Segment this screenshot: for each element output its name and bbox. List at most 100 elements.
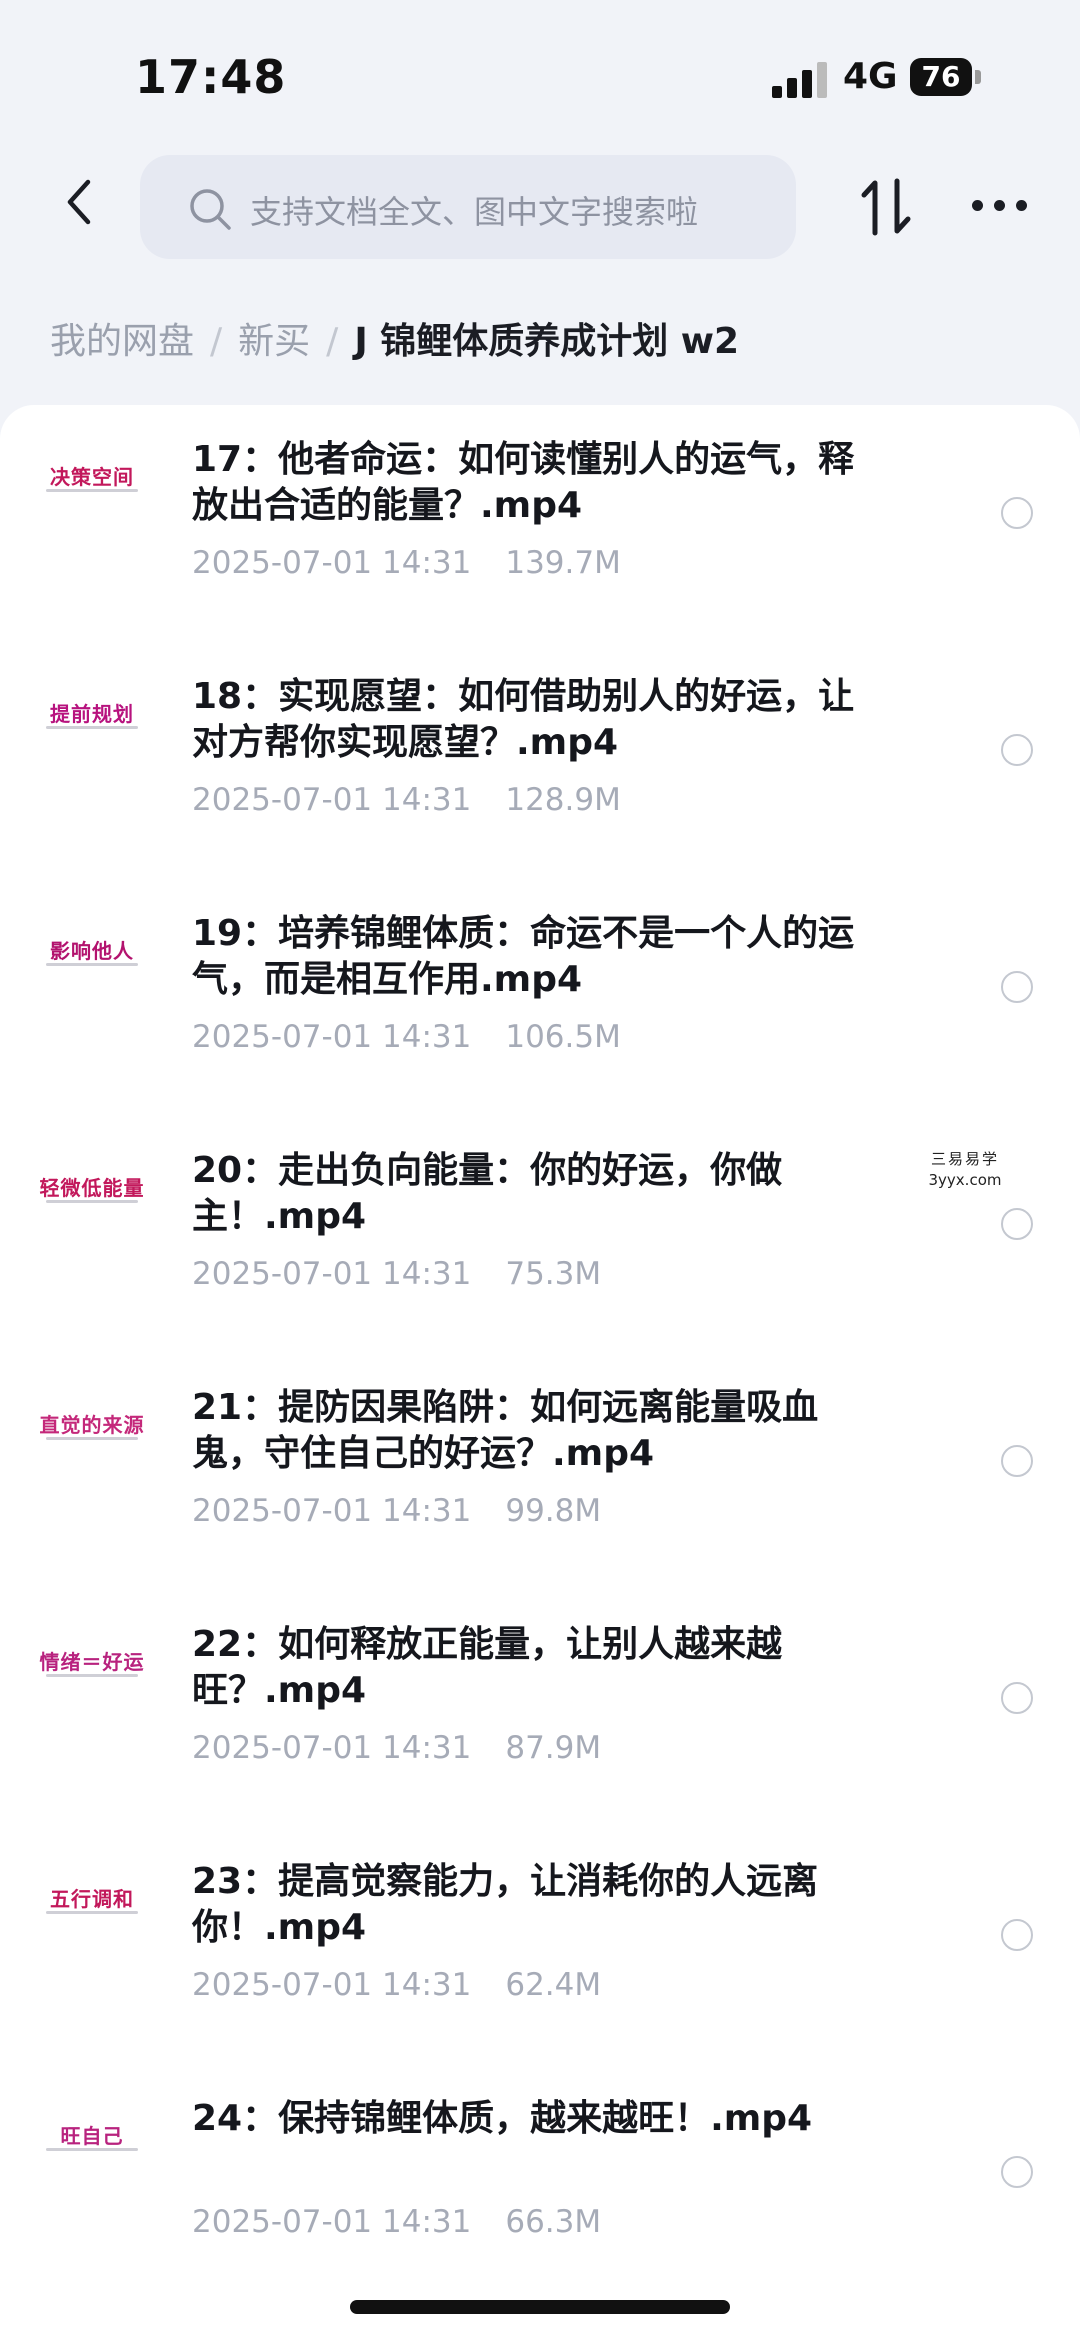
file-size: 106.5M — [505, 1019, 621, 1055]
thumbnail-subtitle — [46, 1437, 138, 1440]
select-radio[interactable] — [1001, 734, 1033, 766]
file-list: 决策空间 17：他者命运：如何读懂别人的运气，释放出合适的能量？.mp4 202… — [0, 405, 1080, 2339]
thumbnail-subtitle — [46, 1911, 138, 1914]
thumbnail-subtitle — [46, 489, 138, 492]
file-item[interactable]: 旺自己 24：保持锦鲤体质，越来越旺！.mp4 2025-07-01 14:31… — [0, 2064, 1080, 2301]
file-name: 18：实现愿望：如何借助别人的好运，让对方帮你实现愿望？.mp4 — [192, 676, 855, 763]
video-thumbnail: 决策空间 — [32, 445, 152, 515]
file-item[interactable]: 决策空间 17：他者命运：如何读懂别人的运气，释放出合适的能量？.mp4 202… — [0, 405, 1080, 642]
file-date: 2025-07-01 14:31 — [192, 1019, 472, 1055]
select-radio[interactable] — [1001, 971, 1033, 1003]
file-item[interactable]: 影响他人 19：培养锦鲤体质：命运不是一个人的运气，而是相互作用.mp4 202… — [0, 879, 1080, 1116]
network-type: 4G — [843, 56, 898, 97]
file-meta: 2025-07-01 14:31 99.8M — [192, 1493, 601, 1529]
signal-strength-icon — [772, 62, 832, 98]
file-name: 19：培养锦鲤体质：命运不是一个人的运气，而是相互作用.mp4 — [192, 913, 855, 1000]
file-date: 2025-07-01 14:31 — [192, 2204, 472, 2240]
sort-button[interactable] — [858, 175, 914, 239]
file-date: 2025-07-01 14:31 — [192, 1256, 472, 1292]
more-dots-icon — [972, 200, 983, 211]
file-size: 75.3M — [505, 1256, 602, 1292]
file-size: 62.4M — [505, 1967, 602, 2003]
file-name: 23：提高觉察能力，让消耗你的人远离你！.mp4 — [192, 1861, 819, 1948]
thumbnail-title: 直觉的来源 — [39, 1413, 145, 1437]
video-thumbnail: 直觉的来源 — [32, 1393, 152, 1463]
chevron-left-icon — [67, 179, 91, 225]
file-size: 139.7M — [505, 545, 621, 581]
thumbnail-title: 五行调和 — [50, 1887, 134, 1911]
file-date: 2025-07-01 14:31 — [192, 782, 472, 818]
file-item[interactable]: 直觉的来源 21：提防因果陷阱：如何远离能量吸血鬼，守住自己的好运？.mp4 2… — [0, 1353, 1080, 1590]
breadcrumb: 我的网盘 / 新买 / J 锦鲤体质养成计划 w2 — [50, 312, 739, 364]
breadcrumb-separator: / — [326, 321, 339, 362]
select-radio[interactable] — [1001, 1445, 1033, 1477]
thumbnail-title: 影响他人 — [50, 939, 134, 963]
select-radio[interactable] — [1001, 1208, 1033, 1240]
battery-level: 76 — [921, 60, 961, 93]
file-date: 2025-07-01 14:31 — [192, 1967, 472, 2003]
breadcrumb-current: J 锦鲤体质养成计划 w2 — [354, 321, 740, 362]
file-size: 87.9M — [505, 1730, 602, 1766]
breadcrumb-my-drive[interactable]: 我的网盘 — [50, 321, 194, 362]
sort-arrows-icon — [861, 178, 911, 236]
breadcrumb-separator: / — [210, 321, 223, 362]
thumbnail-subtitle — [46, 2148, 138, 2151]
video-thumbnail: 旺自己 — [32, 2104, 152, 2174]
video-thumbnail: 提前规划 — [32, 682, 152, 752]
thumbnail-title: 旺自己 — [60, 2124, 124, 2148]
home-indicator[interactable] — [350, 2300, 730, 2314]
thumbnail-subtitle — [46, 1200, 138, 1203]
video-thumbnail: 轻微低能量 — [32, 1156, 152, 1226]
file-item[interactable]: 轻微低能量 20：走出负向能量：你的好运，你做主！.mp4 2025-07-01… — [0, 1116, 1080, 1353]
file-size: 128.9M — [505, 782, 621, 818]
thumbnail-title: 情绪＝好运 — [39, 1650, 145, 1674]
file-size: 99.8M — [505, 1493, 602, 1529]
watermark-url: 3yyx.com — [928, 1171, 1002, 1189]
file-name: 20：走出负向能量：你的好运，你做主！.mp4 — [192, 1150, 783, 1237]
file-date: 2025-07-01 14:31 — [192, 545, 472, 581]
status-time: 17:48 — [135, 50, 287, 104]
file-meta: 2025-07-01 14:31 66.3M — [192, 2204, 601, 2240]
more-dots-icon — [994, 200, 1005, 211]
file-name: 17：他者命运：如何读懂别人的运气，释放出合适的能量？.mp4 — [192, 439, 855, 526]
thumbnail-title: 决策空间 — [50, 465, 134, 489]
file-meta: 2025-07-01 14:31 139.7M — [192, 545, 621, 581]
file-meta: 2025-07-01 14:31 128.9M — [192, 782, 621, 818]
file-meta: 2025-07-01 14:31 75.3M — [192, 1256, 601, 1292]
thumbnail-title: 轻微低能量 — [39, 1176, 145, 1200]
select-radio[interactable] — [1001, 2156, 1033, 2188]
select-radio[interactable] — [1001, 1919, 1033, 1951]
file-name: 22：如何释放正能量，让别人越来越旺？.mp4 — [192, 1624, 783, 1711]
battery-cap — [975, 70, 981, 84]
watermark: 三易易学 3yyx.com — [920, 1148, 1010, 1189]
file-meta: 2025-07-01 14:31 87.9M — [192, 1730, 601, 1766]
video-thumbnail: 影响他人 — [32, 919, 152, 989]
watermark-name: 三易易学 — [930, 1150, 999, 1168]
search-icon — [190, 189, 231, 230]
file-date: 2025-07-01 14:31 — [192, 1730, 472, 1766]
search-input[interactable]: 支持文档全文、图中文字搜索啦 — [140, 155, 796, 259]
thumbnail-subtitle — [46, 726, 138, 729]
more-button[interactable] — [970, 200, 1030, 214]
back-button[interactable] — [50, 172, 110, 232]
video-thumbnail: 情绪＝好运 — [32, 1630, 152, 1700]
thumbnail-subtitle — [46, 1674, 138, 1677]
battery-icon: 76 — [910, 58, 972, 96]
select-radio[interactable] — [1001, 1682, 1033, 1714]
file-name: 24：保持锦鲤体质，越来越旺！.mp4 — [192, 2098, 813, 2139]
video-thumbnail: 五行调和 — [32, 1867, 152, 1937]
status-bar: 17:48 4G 76 — [0, 0, 1080, 150]
breadcrumb-folder[interactable]: 新买 — [238, 321, 310, 362]
file-size: 66.3M — [505, 2204, 602, 2240]
thumbnail-title: 提前规划 — [50, 702, 134, 726]
select-radio[interactable] — [1001, 497, 1033, 529]
thumbnail-subtitle — [46, 963, 138, 966]
file-item[interactable]: 五行调和 23：提高觉察能力，让消耗你的人远离你！.mp4 2025-07-01… — [0, 1827, 1080, 2064]
file-meta: 2025-07-01 14:31 62.4M — [192, 1967, 601, 2003]
file-meta: 2025-07-01 14:31 106.5M — [192, 1019, 621, 1055]
file-date: 2025-07-01 14:31 — [192, 1493, 472, 1529]
file-item[interactable]: 提前规划 18：实现愿望：如何借助别人的好运，让对方帮你实现愿望？.mp4 20… — [0, 642, 1080, 879]
file-name: 21：提防因果陷阱：如何远离能量吸血鬼，守住自己的好运？.mp4 — [192, 1387, 819, 1474]
search-placeholder: 支持文档全文、图中文字搜索啦 — [250, 193, 699, 231]
file-item[interactable]: 情绪＝好运 22：如何释放正能量，让别人越来越旺？.mp4 2025-07-01… — [0, 1590, 1080, 1827]
